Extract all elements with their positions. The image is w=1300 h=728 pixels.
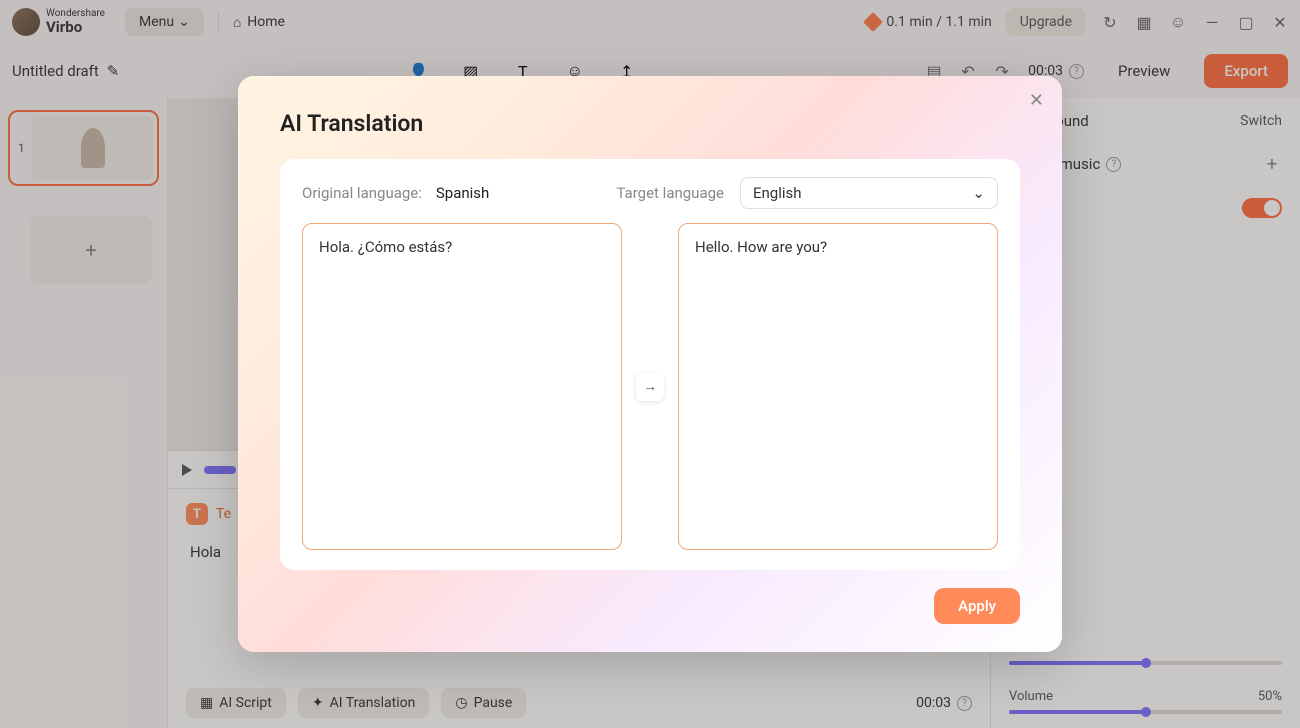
- target-language-label: Target language: [616, 184, 724, 202]
- original-language-value: Spanish: [436, 184, 489, 202]
- original-language-label: Original language:: [302, 184, 422, 202]
- ai-translation-modal: ✕ AI Translation Original language: Span…: [238, 76, 1062, 652]
- source-text-area[interactable]: Hola. ¿Cómo estás?: [302, 223, 622, 550]
- target-text-area[interactable]: Hello. How are you?: [678, 223, 998, 550]
- chevron-down-icon: ⌄: [972, 184, 985, 202]
- close-icon[interactable]: ✕: [1029, 90, 1044, 111]
- modal-title: AI Translation: [280, 110, 1020, 137]
- apply-button[interactable]: Apply: [934, 588, 1020, 624]
- target-language-select[interactable]: English ⌄: [740, 177, 998, 209]
- target-language-value: English: [753, 184, 802, 202]
- translate-arrow-button[interactable]: →: [636, 373, 664, 401]
